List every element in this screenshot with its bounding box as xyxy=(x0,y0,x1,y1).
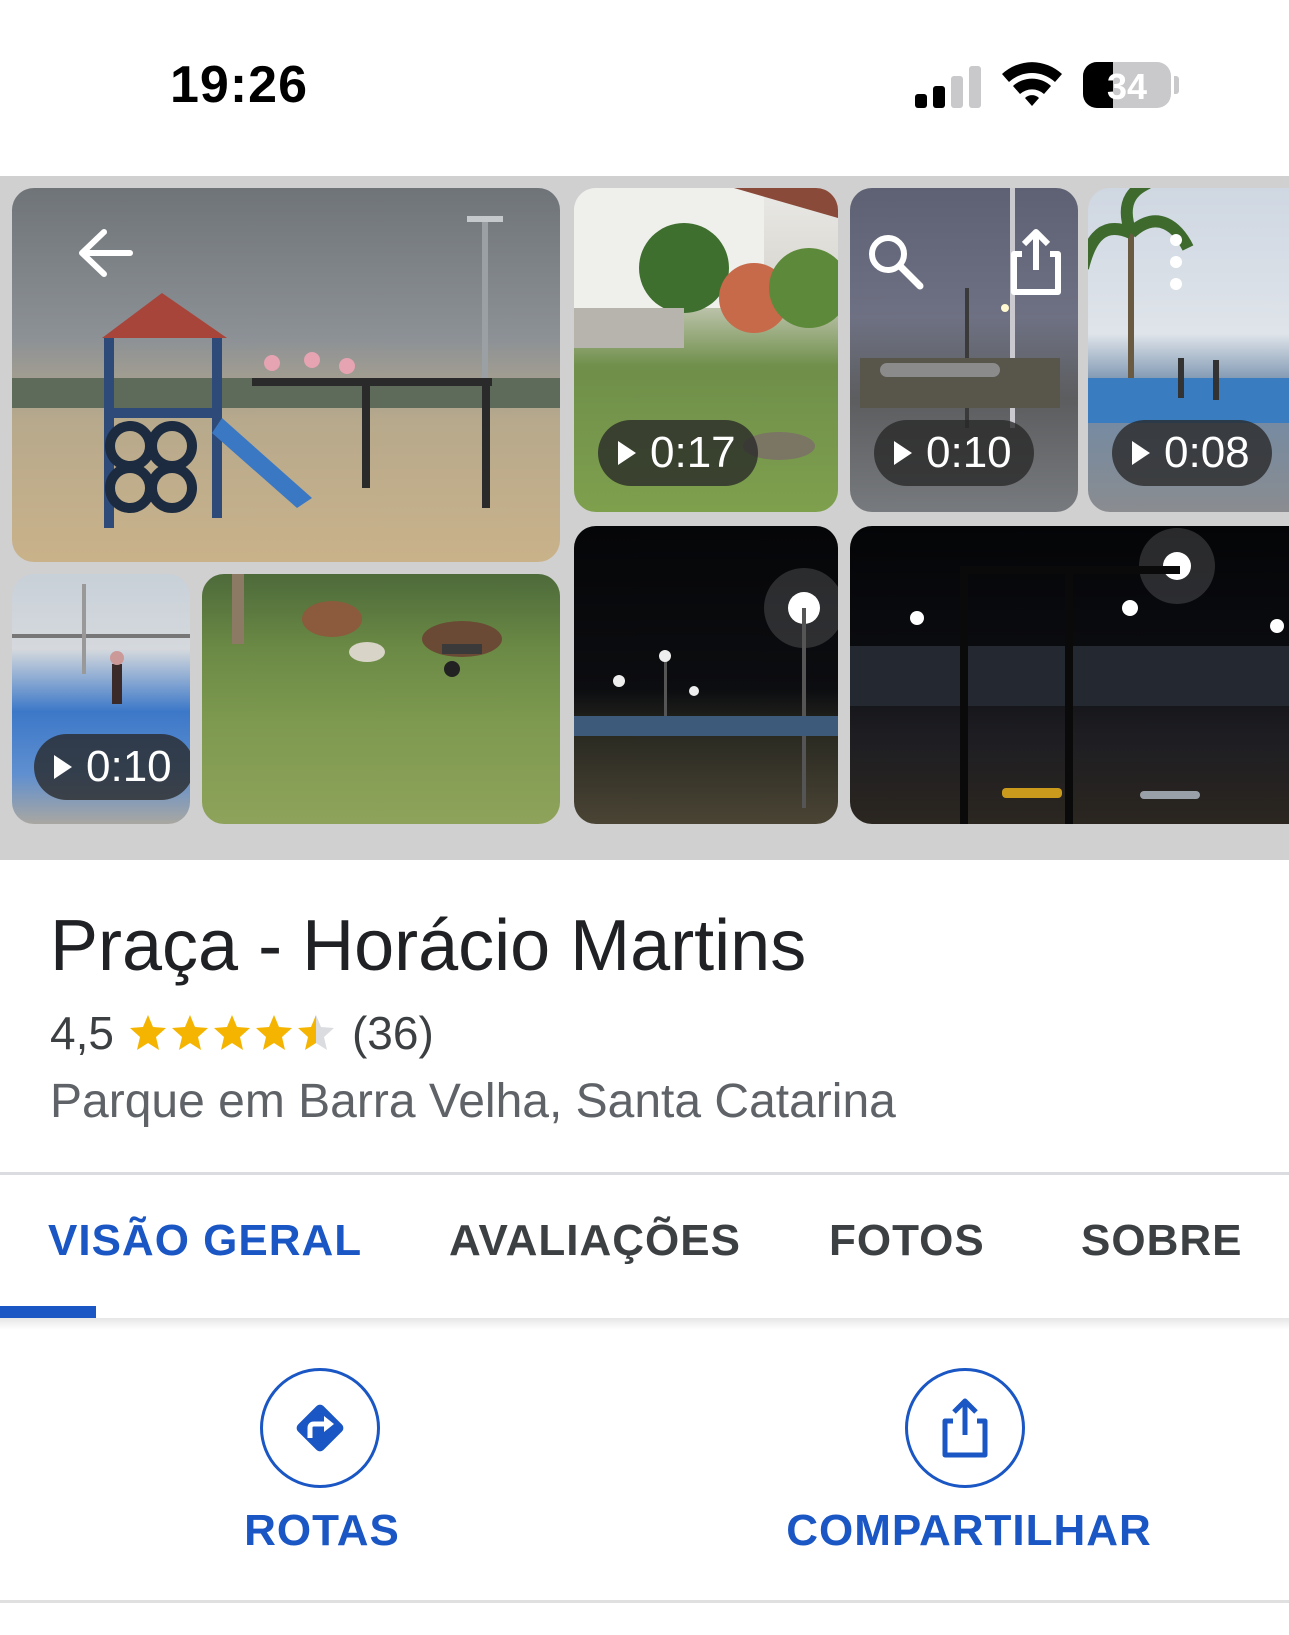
search-icon[interactable] xyxy=(864,230,926,292)
share-icon[interactable] xyxy=(1008,226,1064,298)
place-title: Praça - Horácio Martins xyxy=(50,906,807,986)
place-category-location: Parque em Barra Velha, Santa Catarina xyxy=(50,1075,896,1128)
play-icon xyxy=(894,441,912,465)
battery-percentage: 34 xyxy=(1106,66,1148,107)
directions-label: ROTAS xyxy=(244,1506,400,1555)
share-icon xyxy=(905,1368,1025,1488)
lawn-illustration xyxy=(232,574,502,677)
divider xyxy=(0,1172,1289,1175)
tab-reviews[interactable]: AVALIAÇÕES xyxy=(449,1216,741,1266)
tab-bar: VISÃO GERAL AVALIAÇÕES FOTOS SOBRE xyxy=(0,1178,1289,1318)
photo-night-equipment[interactable] xyxy=(850,526,1289,824)
tab-bar-shadow xyxy=(0,1318,1289,1330)
photo-gallery[interactable]: 0:17 0:10 0:08 0:10 xyxy=(0,176,1289,860)
star-icon xyxy=(213,1015,250,1050)
night-path-illustration xyxy=(574,568,838,808)
rating-stars xyxy=(128,1013,338,1053)
tab-overview[interactable]: VISÃO GERAL xyxy=(48,1216,362,1266)
video-duration-badge: 0:08 xyxy=(1112,420,1272,486)
video-duration-badge: 0:17 xyxy=(598,420,758,486)
tab-photos[interactable]: FOTOS xyxy=(829,1216,985,1266)
wifi-icon xyxy=(1002,62,1062,106)
star-icon xyxy=(255,1015,292,1050)
share-button[interactable]: COMPARTILHAR xyxy=(769,1368,1169,1568)
review-count[interactable]: (36) xyxy=(352,1006,434,1060)
photo-lawn[interactable] xyxy=(202,574,560,824)
play-icon xyxy=(1132,441,1150,465)
active-tab-indicator xyxy=(0,1306,96,1318)
play-icon xyxy=(618,441,636,465)
video-palm-boardwalk[interactable]: 0:08 xyxy=(1088,188,1289,512)
video-duration-badge: 0:10 xyxy=(34,734,190,800)
play-icon xyxy=(54,755,72,779)
video-skate-park[interactable]: 0:10 xyxy=(12,574,190,824)
photo-night-path[interactable] xyxy=(574,526,838,824)
tab-about[interactable]: SOBRE xyxy=(1081,1216,1242,1266)
cellular-signal-icon xyxy=(915,62,981,108)
divider xyxy=(0,1600,1289,1603)
star-icon xyxy=(297,1015,334,1050)
battery-cap xyxy=(1174,76,1179,94)
status-time: 19:26 xyxy=(170,56,308,114)
directions-icon xyxy=(260,1368,380,1488)
directions-button[interactable]: ROTAS xyxy=(122,1368,522,1568)
night-equipment-illustration xyxy=(850,528,1289,824)
video-garden[interactable]: 0:17 xyxy=(574,188,838,512)
video-dusk-street[interactable]: 0:10 xyxy=(850,188,1078,512)
star-icon xyxy=(129,1015,166,1050)
more-vert-icon[interactable] xyxy=(1164,232,1188,292)
rating-value: 4,5 xyxy=(50,1007,114,1059)
battery-icon: 34 xyxy=(1083,62,1171,108)
back-arrow-icon[interactable] xyxy=(76,226,136,280)
video-duration-badge: 0:10 xyxy=(874,420,1034,486)
star-icon xyxy=(171,1015,208,1050)
rating-row[interactable]: 4,5 (36) xyxy=(50,1005,434,1061)
share-label: COMPARTILHAR xyxy=(786,1506,1152,1555)
